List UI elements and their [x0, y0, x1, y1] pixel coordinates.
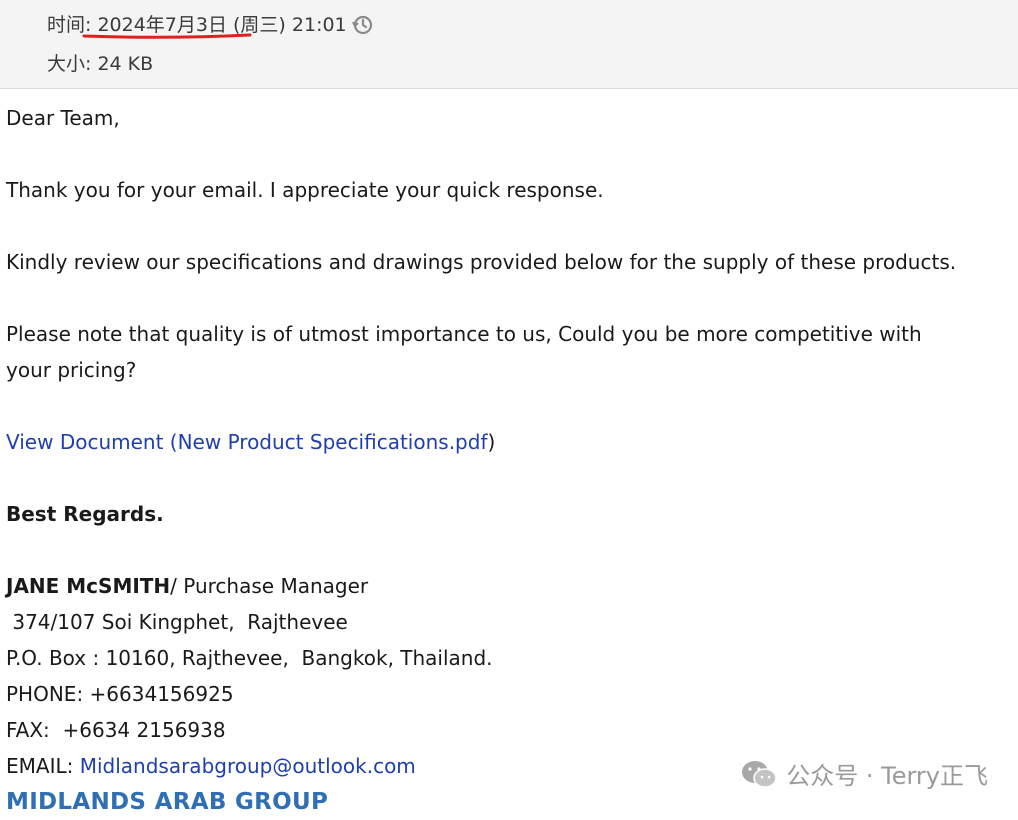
size-label: 大小: — [47, 53, 92, 75]
signature-name-row: JANE McSMITH/ Purchase Manager — [6, 568, 1006, 604]
watermark-text: 公众号 · Terry正飞 — [786, 762, 988, 790]
signature-email-link[interactable]: Midlandsarabgroup@outlook.com — [80, 754, 416, 778]
view-document-link[interactable]: View Document (New Product Specification… — [6, 430, 487, 454]
body-line-2: Kindly review our specifications and dra… — [6, 250, 957, 274]
document-link-row: View Document (New Product Specification… — [6, 424, 1006, 460]
wechat-icon — [742, 760, 777, 788]
link-close-paren: ) — [487, 430, 496, 454]
size-row: 大小: 24 KB — [47, 49, 153, 76]
history-icon[interactable] — [350, 13, 374, 37]
signature-name: JANE McSMITH — [6, 574, 171, 598]
size-value: 24 KB — [97, 53, 154, 75]
watermark: 公众号 · Terry正飞 — [740, 756, 988, 791]
email-body: Dear Team, Thank you for your email. I a… — [6, 100, 1006, 820]
red-underline-annotation — [82, 33, 252, 39]
body-line-1: Thank you for your email. I appreciate y… — [6, 178, 604, 202]
signature-address-2: P.O. Box : 10160, Rajthevee, Bangkok, Th… — [6, 646, 493, 670]
signature-email-label: EMAIL: — [6, 754, 80, 778]
greeting: Dear Team, — [6, 106, 120, 130]
signature-address-1: 374/107 Soi Kingphet, Rajthevee — [6, 610, 348, 634]
signature-fax: FAX: +6634 2156938 — [6, 718, 226, 742]
signature-title: / Purchase Manager — [170, 574, 369, 598]
email-header: 时间: 2024年7月3日 (周三) 21:01 大小: 24 KB — [0, 0, 1018, 89]
regards: Best Regards. — [6, 502, 164, 526]
body-line-3: Please note that quality is of utmost im… — [6, 322, 922, 382]
signature-phone: PHONE: +6634156925 — [6, 682, 234, 706]
